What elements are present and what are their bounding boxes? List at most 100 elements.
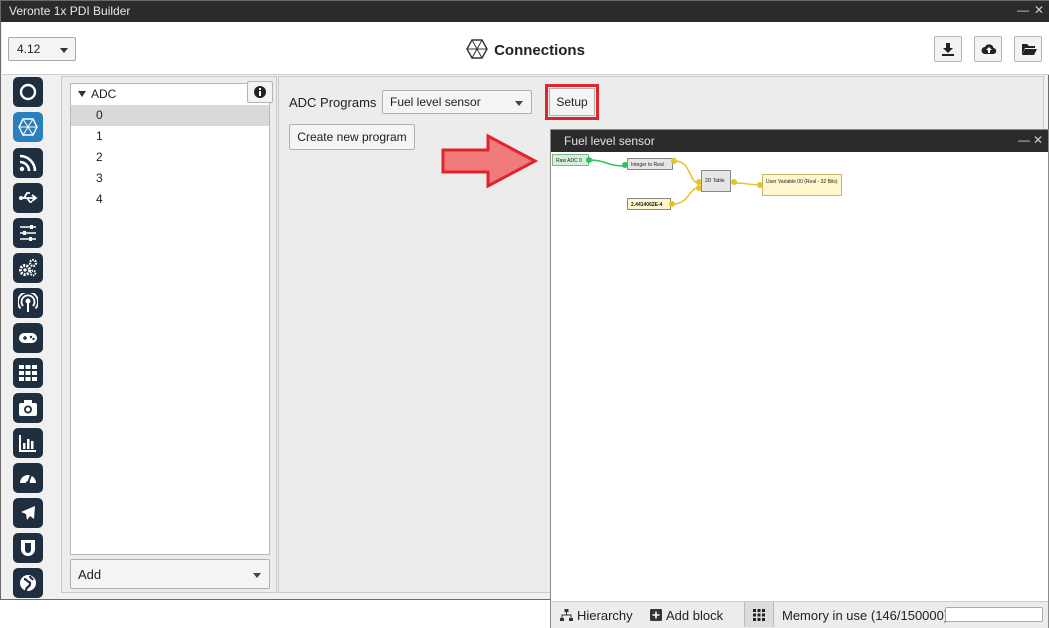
globe-icon <box>20 575 36 592</box>
sidebar-button-airplane[interactable] <box>13 498 43 528</box>
2d-table-label: 2D Table <box>705 178 725 184</box>
integer-to-real-block[interactable]: Integer to Real <box>627 158 673 170</box>
user-variable-block[interactable]: User Variable 00 (Real - 32 Bits) <box>762 174 842 196</box>
add-block-button[interactable]: Add block <box>666 608 723 623</box>
folder-open-icon <box>1022 44 1037 55</box>
adc-program-select[interactable]: Fuel level sensor <box>382 90 532 114</box>
cloud-upload-icon <box>981 44 997 55</box>
hierarchy-icon <box>560 609 573 621</box>
tree-item-label: 2 <box>96 150 103 164</box>
output-port[interactable] <box>669 201 675 207</box>
broadcast-icon <box>18 293 38 312</box>
sidebar-button-broadcast[interactable] <box>13 288 43 318</box>
tree-item[interactable]: 1 <box>71 126 269 147</box>
adc-program-value: Fuel level sensor <box>390 95 481 109</box>
output-port[interactable] <box>671 158 677 164</box>
red-arrow-annotation <box>441 133 539 189</box>
gamepad-icon <box>19 333 37 343</box>
airplane-icon <box>21 506 35 520</box>
tree-item[interactable]: 0 <box>71 105 269 126</box>
download-button[interactable] <box>934 36 962 62</box>
usb-icon <box>19 192 38 203</box>
download-icon <box>942 43 954 56</box>
info-icon <box>254 86 266 98</box>
tree-item-label: 0 <box>96 108 103 122</box>
integer-to-real-label: Integer to Real <box>631 162 664 168</box>
float-minimize-button[interactable]: — <box>1018 133 1030 147</box>
sidebar-button-globe[interactable] <box>13 568 43 598</box>
gauge-icon <box>20 474 36 485</box>
tree-root[interactable]: ADC <box>71 84 269 105</box>
raw-adc-label: Raw ADC 0 <box>556 158 582 164</box>
memory-usage-text: Memory in use (146/150000) <box>782 608 949 623</box>
tree-item[interactable]: 2 <box>71 147 269 168</box>
sidebar-button-sliders[interactable] <box>13 218 43 248</box>
sidebar-button-power[interactable] <box>13 77 43 107</box>
float-close-button[interactable]: ✕ <box>1033 133 1043 147</box>
hierarchy-button[interactable]: Hierarchy <box>577 608 633 623</box>
add-select[interactable]: Add <box>70 559 270 589</box>
user-variable-label: User Variable 00 (Real - 32 Bits) <box>766 179 838 185</box>
page-title-area: Connections <box>2 39 1049 59</box>
sidebar-button-chart[interactable] <box>13 428 43 458</box>
expand-triangle-icon[interactable] <box>78 91 86 97</box>
fuel-level-sensor-window: Fuel level sensor — ✕ Raw ADC 0 Integer … <box>550 129 1049 628</box>
sidebar-button-grid[interactable] <box>13 358 43 388</box>
connections-icon <box>18 118 38 136</box>
sidebar-button-usb[interactable] <box>13 183 43 213</box>
constant-label: 2.4414062E-4 <box>631 202 663 208</box>
tree-item-label: 4 <box>96 192 103 206</box>
title-bar: Veronte 1x PDI Builder — ✕ <box>1 1 1049 22</box>
raw-adc-block[interactable]: Raw ADC 0 <box>552 154 589 166</box>
add-block-icon <box>650 609 662 621</box>
setup-highlight-box <box>545 84 599 120</box>
info-button[interactable] <box>247 81 273 103</box>
adc-programs-label: ADC Programs <box>289 95 377 110</box>
tree-root-label: ADC <box>91 87 117 101</box>
sidebar-button-connections[interactable] <box>13 112 43 142</box>
chart-icon <box>19 435 36 452</box>
block-canvas[interactable]: Raw ADC 0 Integer to Real 2D Table 2.441… <box>551 152 1048 601</box>
tree-item[interactable]: 3 <box>71 168 269 189</box>
camera-icon <box>19 400 37 416</box>
sidebar-button-camera[interactable] <box>13 393 43 423</box>
sidebar-button-gamepad[interactable] <box>13 323 43 353</box>
float-window-title: Fuel level sensor <box>564 134 655 148</box>
close-button[interactable]: ✕ <box>1034 3 1044 17</box>
open-folder-button[interactable] <box>1014 36 1042 62</box>
tree-item-label: 3 <box>96 171 103 185</box>
float-status-bar: Hierarchy Add block Memory in use (146/1… <box>551 601 1048 628</box>
tree-item[interactable]: 4 <box>71 189 269 210</box>
page-title: Connections <box>494 42 585 59</box>
tree-item-label: 1 <box>96 129 103 143</box>
chevron-down-icon <box>515 101 523 106</box>
rss-icon <box>19 154 37 172</box>
adc-tree: ADC 0 1 2 3 4 <box>70 83 270 555</box>
grid-view-button[interactable] <box>744 602 774 627</box>
power-icon <box>19 83 37 101</box>
sidebar-button-gauge[interactable] <box>13 463 43 493</box>
cloud-upload-button[interactable] <box>974 36 1002 62</box>
2d-table-block[interactable]: 2D Table <box>701 170 731 192</box>
float-title-bar: Fuel level sensor — ✕ <box>551 130 1048 152</box>
output-port[interactable] <box>586 157 592 163</box>
toolbar: 4.12 Connections <box>2 22 1049 75</box>
icon-sidebar <box>7 74 47 598</box>
grid-icon <box>19 365 37 381</box>
minimize-button[interactable]: — <box>1017 3 1029 17</box>
adc-tree-panel: ADC 0 1 2 3 4 Add <box>61 76 277 593</box>
output-port[interactable] <box>731 179 737 185</box>
gears-icon <box>19 258 38 277</box>
memory-progress-bar <box>945 607 1043 622</box>
shield-icon <box>21 540 35 556</box>
sidebar-button-gears[interactable] <box>13 253 43 283</box>
grid-icon <box>753 609 765 621</box>
sliders-icon <box>20 225 36 241</box>
sidebar-button-rss[interactable] <box>13 148 43 178</box>
add-label: Add <box>78 567 102 582</box>
connections-logo-icon <box>466 39 488 59</box>
create-new-program-button[interactable]: Create new program <box>289 124 415 150</box>
sidebar-button-shield[interactable] <box>13 533 43 563</box>
chevron-down-icon <box>253 573 261 578</box>
constant-block[interactable]: 2.4414062E-4 <box>627 198 671 210</box>
